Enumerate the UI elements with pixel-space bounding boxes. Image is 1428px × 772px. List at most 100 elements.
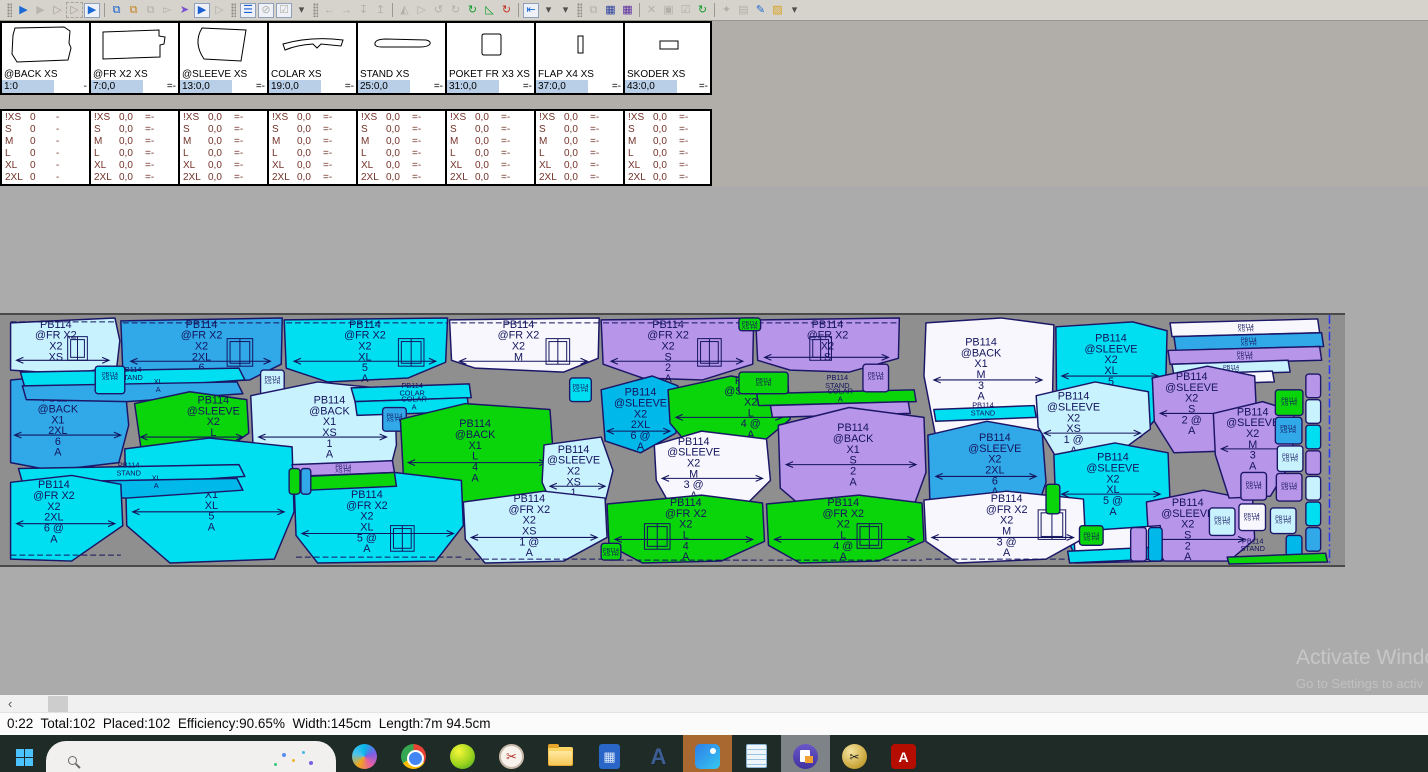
- toolbar-button-icon[interactable]: ◺: [481, 2, 498, 18]
- toolbar-button-icon[interactable]: ✎: [752, 2, 769, 18]
- piece-id-value[interactable]: 13:0,0: [180, 80, 232, 93]
- toolbar-button-icon[interactable]: ▾: [293, 2, 310, 18]
- photos-icon[interactable]: [683, 735, 732, 772]
- toolbar-button-icon[interactable]: ☑: [677, 2, 694, 18]
- size-row[interactable]: M0,0=-: [183, 136, 267, 148]
- pattern-piece[interactable]: PB114XS FR: [1241, 472, 1267, 500]
- pattern-piece[interactable]: PB114XS FR: [570, 378, 592, 402]
- toolbar-button-icon[interactable]: ⧉: [585, 2, 602, 18]
- pattern-piece[interactable]: PB114@FR X2X2L4A: [607, 495, 764, 563]
- toolbar-button-icon[interactable]: ↻: [694, 2, 711, 18]
- size-row[interactable]: XL0,0=-: [628, 160, 710, 172]
- piece-thumbnail[interactable]: @SLEEVE XS13:0,0=-: [178, 21, 267, 95]
- size-row[interactable]: XL0-: [5, 160, 89, 172]
- toolbar-button-icon[interactable]: ↧: [355, 2, 372, 18]
- toolbar-button-icon[interactable]: ▨: [769, 2, 786, 18]
- pattern-piece[interactable]: [1306, 400, 1321, 424]
- size-row[interactable]: M0,0=-: [272, 136, 356, 148]
- size-row[interactable]: XL0,0=-: [183, 160, 267, 172]
- piece-thumbnail[interactable]: @FR X2 XS7:0,0=-: [89, 21, 178, 95]
- pattern-piece[interactable]: PB114XS FR: [1276, 473, 1302, 501]
- size-row[interactable]: L0,0=-: [272, 148, 356, 160]
- size-row[interactable]: S0,0=-: [450, 124, 534, 136]
- size-row[interactable]: M0,0=-: [94, 136, 178, 148]
- pattern-piece[interactable]: PB114XS FR: [601, 543, 621, 560]
- toolbar-button-icon[interactable]: ▶: [84, 3, 100, 18]
- size-row[interactable]: M0,0=-: [628, 136, 710, 148]
- toolbar-button-icon[interactable]: ←: [321, 2, 338, 18]
- pattern-piece[interactable]: PB114STAND: [1240, 536, 1264, 553]
- toolbar-button-icon[interactable]: ▦: [619, 2, 636, 18]
- size-row[interactable]: 2XL0,0=-: [183, 172, 267, 184]
- size-row[interactable]: !XS0,0=-: [94, 112, 178, 124]
- pattern-piece[interactable]: [1306, 476, 1321, 500]
- copilot-icon[interactable]: [340, 735, 389, 772]
- pattern-piece[interactable]: PB114XS FR: [863, 364, 889, 392]
- size-row[interactable]: S0,0=-: [539, 124, 623, 136]
- piece-id-value[interactable]: 25:0,0: [358, 80, 410, 93]
- size-row[interactable]: !XS0,0=-: [450, 112, 534, 124]
- size-row[interactable]: XL0,0=-: [450, 160, 534, 172]
- size-row[interactable]: 2XL0,0=-: [539, 172, 623, 184]
- piece-id-value[interactable]: 37:0,0: [536, 80, 588, 93]
- size-row[interactable]: !XS0,0=-: [539, 112, 623, 124]
- size-row[interactable]: L0,0=-: [361, 148, 445, 160]
- toolbar-button-icon[interactable]: ▶: [194, 3, 210, 18]
- size-row[interactable]: !XS0,0=-: [183, 112, 267, 124]
- pattern-piece[interactable]: PB114XS FR: [1275, 417, 1302, 444]
- size-row[interactable]: S0,0=-: [628, 124, 710, 136]
- toolbar-button-icon[interactable]: ▷: [413, 2, 430, 18]
- toolbar-button-icon[interactable]: ▷: [211, 2, 228, 18]
- toolbar-button-icon[interactable]: ↻: [464, 2, 481, 18]
- toolbar-button-icon[interactable]: ⧉: [142, 2, 159, 18]
- pattern-piece[interactable]: PB114XS FR: [1209, 508, 1235, 536]
- size-row[interactable]: M0,0=-: [361, 136, 445, 148]
- pattern-piece[interactable]: PB114XS FR: [1277, 446, 1303, 472]
- pattern-piece[interactable]: [1306, 374, 1321, 398]
- toolbar-button-icon[interactable]: ▶: [32, 2, 49, 18]
- toolbar-button-icon[interactable]: ▤: [735, 2, 752, 18]
- pattern-piece[interactable]: [301, 469, 311, 495]
- calculator-icon[interactable]: ▦: [585, 735, 634, 772]
- size-row[interactable]: XL0,0=-: [539, 160, 623, 172]
- size-row[interactable]: 2XL0-: [5, 172, 89, 184]
- toolbar-button-icon[interactable]: ⧉: [125, 2, 142, 18]
- piece-id-value[interactable]: 7:0,0: [91, 80, 143, 93]
- toolbar-button-icon[interactable]: ⊘: [258, 3, 274, 18]
- pattern-piece[interactable]: PB114XS FR: [1275, 390, 1303, 416]
- toolbar-button-icon[interactable]: ⧉: [108, 2, 125, 18]
- pattern-piece[interactable]: PB114XS FR: [1270, 508, 1296, 534]
- toolbar-button-icon[interactable]: ▾: [557, 2, 574, 18]
- pattern-piece[interactable]: PB114@BACKX1XL5A: [125, 438, 294, 563]
- scissors-badge-icon[interactable]: ✂: [830, 735, 879, 772]
- piece-id-value[interactable]: 1:0: [2, 80, 54, 93]
- toolbar-button-icon[interactable]: ↥: [372, 2, 389, 18]
- size-row[interactable]: M0,0=-: [450, 136, 534, 148]
- scrollbar-thumb[interactable]: [48, 696, 68, 712]
- start-button[interactable]: [16, 749, 33, 766]
- scroll-left-arrow-icon[interactable]: ‹: [8, 695, 12, 713]
- size-row[interactable]: M0,0=-: [539, 136, 623, 148]
- pattern-piece[interactable]: [289, 469, 300, 495]
- size-row[interactable]: XL0,0=-: [94, 160, 178, 172]
- size-row[interactable]: XL0,0=-: [272, 160, 356, 172]
- size-row[interactable]: S0,0=-: [183, 124, 267, 136]
- pattern-piece[interactable]: PB114XS FR: [739, 318, 761, 331]
- toolbar-button-icon[interactable]: ✕: [643, 2, 660, 18]
- piece-id-value[interactable]: 19:0,0: [269, 80, 321, 93]
- toolbar-button-icon[interactable]: ▾: [540, 2, 557, 18]
- size-row[interactable]: S0,0=-: [94, 124, 178, 136]
- toolbar-button-icon[interactable]: ↻: [447, 2, 464, 18]
- toolbar-button-icon[interactable]: ◭: [396, 2, 413, 18]
- piece-thumbnail[interactable]: FLAP X4 XS37:0,0=-: [534, 21, 623, 95]
- toolbar-button-icon[interactable]: ☰: [240, 3, 256, 18]
- toolbar-button-icon[interactable]: ✦: [718, 2, 735, 18]
- cad-app-icon[interactable]: [781, 735, 830, 772]
- piece-thumbnail[interactable]: SKODER XS43:0,0=-: [623, 21, 712, 95]
- toolbar-button-icon[interactable]: ▶: [15, 2, 32, 18]
- files-app-icon[interactable]: [438, 735, 487, 772]
- piece-thumbnail[interactable]: STAND XS25:0,0=-: [356, 21, 445, 95]
- snipping-tool-icon[interactable]: ✂: [487, 735, 536, 772]
- piece-id-value[interactable]: 31:0,0: [447, 80, 499, 93]
- toolbar-button-icon[interactable]: ▣: [660, 2, 677, 18]
